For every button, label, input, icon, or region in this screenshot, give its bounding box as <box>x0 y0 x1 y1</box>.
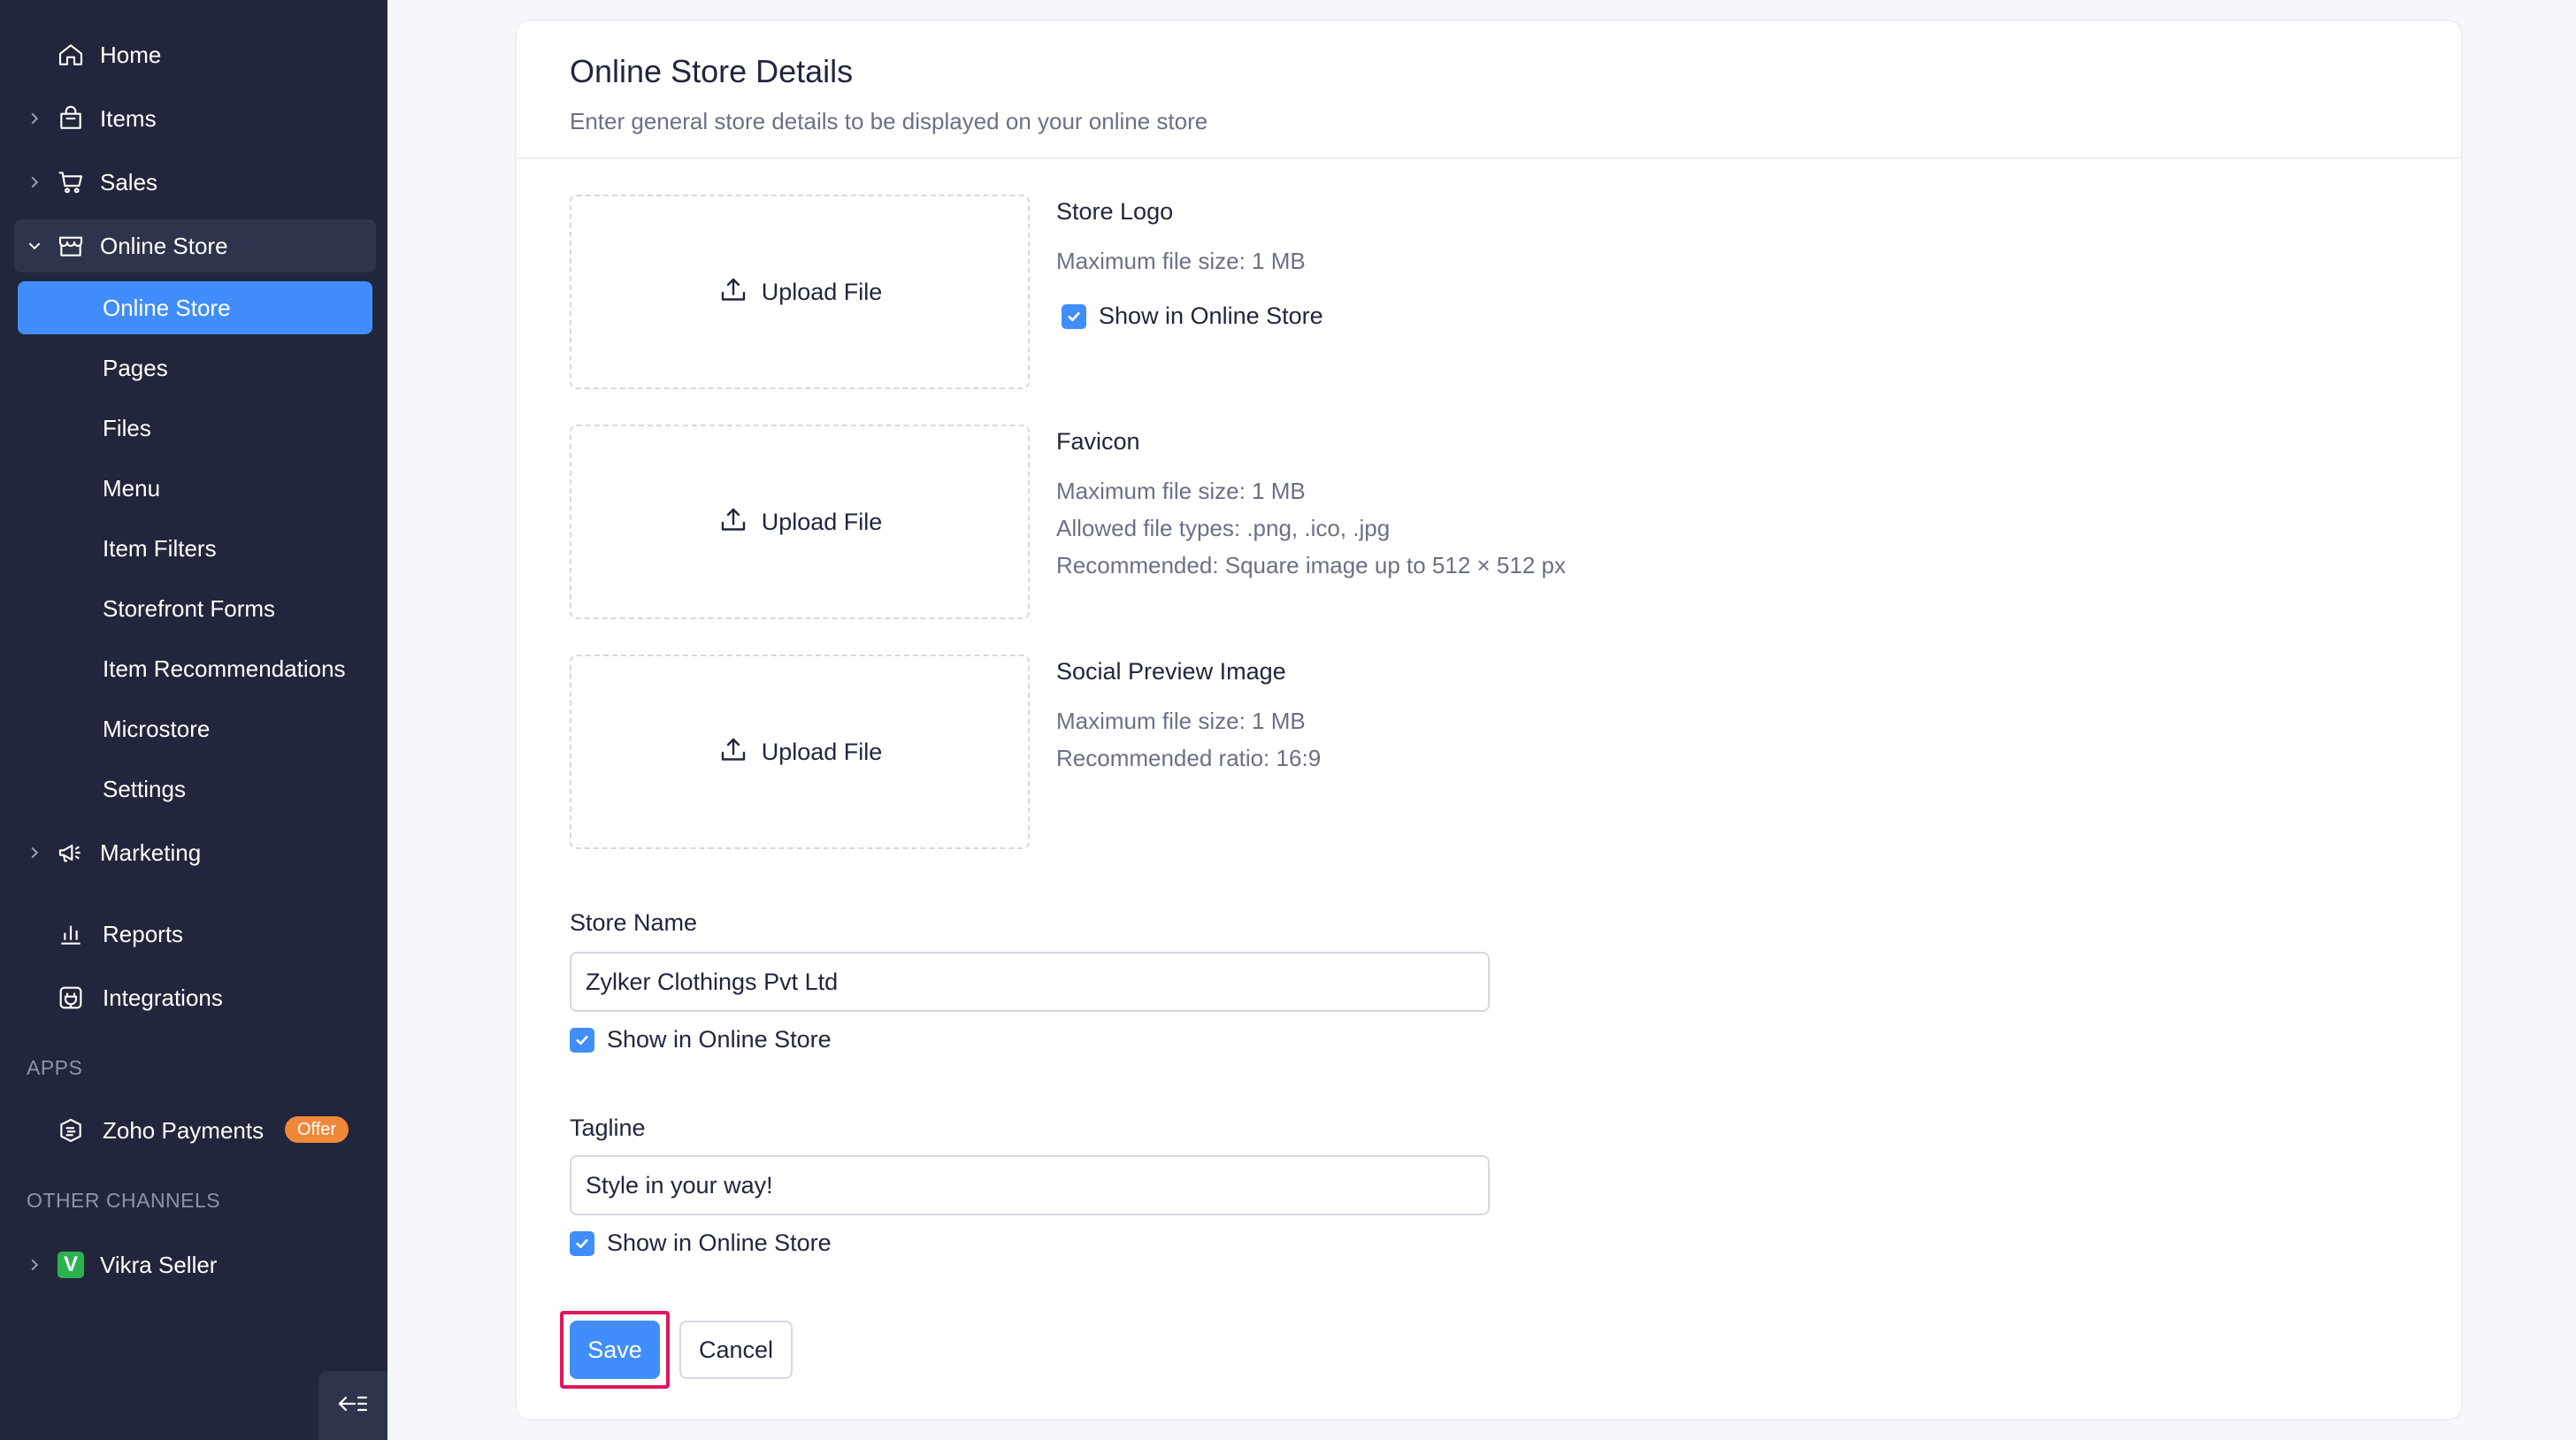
sidebar-item-marketing[interactable]: Marketing <box>0 826 387 879</box>
sidebar: Home Items Sales Online Store Online Sto… <box>0 0 387 1440</box>
sidebar-subitem-label: Online Store <box>103 294 231 321</box>
upload-label: Upload File <box>761 738 883 765</box>
header-divider <box>517 157 2461 159</box>
chevron-right-icon <box>27 111 42 126</box>
online-store-details-card: Online Store Details Enter general store… <box>515 19 2463 1421</box>
sidebar-subitem-label: Pages <box>103 354 168 381</box>
sidebar-item-items[interactable]: Items <box>0 92 387 145</box>
sidebar-subitem-microstore[interactable]: Microstore <box>0 702 387 755</box>
sidebar-item-label: Sales <box>100 168 158 195</box>
store-logo-title: Store Logo <box>1056 198 1174 225</box>
sidebar-item-integrations[interactable]: Integrations <box>0 971 387 1024</box>
cancel-button[interactable]: Cancel <box>679 1321 793 1379</box>
sidebar-item-label: Marketing <box>100 839 202 866</box>
upload-icon <box>717 274 749 310</box>
storefront-icon <box>53 228 88 264</box>
sidebar-subitem-label: Item Recommendations <box>103 655 346 682</box>
chevron-right-icon <box>27 845 42 861</box>
apps-section-heading: APPS <box>27 1056 83 1079</box>
home-icon <box>53 37 88 73</box>
integrations-icon <box>53 980 88 1015</box>
sidebar-item-sales[interactable]: Sales <box>0 156 387 209</box>
social-preview-upload[interactable]: Upload File <box>570 655 1030 849</box>
sidebar-subitem-files[interactable]: Files <box>0 402 387 455</box>
sidebar-subitem-label: Item Filters <box>103 534 217 562</box>
cart-icon <box>53 165 88 200</box>
megaphone-icon <box>53 835 88 870</box>
sidebar-subitem-item-recommendations[interactable]: Item Recommendations <box>0 642 387 695</box>
upload-icon <box>717 734 749 770</box>
tagline-input[interactable] <box>570 1155 1490 1215</box>
offer-badge: Offer <box>285 1116 349 1143</box>
sidebar-item-online-store-group[interactable]: Online Store <box>0 219 387 272</box>
favicon-max-size: Maximum file size: 1 MB <box>1056 478 1306 504</box>
store-logo-show-checkbox[interactable]: Show in Online Store <box>1062 303 1323 330</box>
sidebar-item-label: Online Store <box>100 232 228 259</box>
page-subtitle: Enter general store details to be displa… <box>570 108 1208 134</box>
store-name-input[interactable] <box>570 952 1490 1012</box>
upload-label: Upload File <box>761 278 883 305</box>
tagline-show-checkbox[interactable]: Show in Online Store <box>570 1229 832 1257</box>
sidebar-subitem-settings[interactable]: Settings <box>0 762 387 816</box>
bar-chart-icon <box>53 916 88 952</box>
store-name-label: Store Name <box>570 909 698 936</box>
sidebar-item-label: Zoho Payments <box>103 1116 264 1144</box>
collapse-sidebar-icon <box>337 1392 369 1420</box>
collapse-sidebar-button[interactable] <box>318 1371 387 1440</box>
page-title: Online Store Details <box>570 53 854 89</box>
sidebar-subitem-label: Storefront Forms <box>103 594 276 622</box>
checkbox-label: Show in Online Store <box>1099 303 1323 329</box>
sidebar-item-label: Integrations <box>103 984 223 1011</box>
store-logo-max-size: Maximum file size: 1 MB <box>1056 248 1306 274</box>
social-preview-ratio: Recommended ratio: 16:9 <box>1056 745 1322 771</box>
checkbox-checked-icon <box>1062 303 1086 329</box>
sidebar-subitem-online-store[interactable]: Online Store <box>0 281 387 334</box>
favicon-file-types: Allowed file types: .png, .ico, .jpg <box>1056 515 1391 541</box>
sidebar-subitem-label: Microstore <box>103 715 211 742</box>
social-preview-max-size: Maximum file size: 1 MB <box>1056 708 1306 734</box>
checkbox-label: Show in Online Store <box>607 1026 832 1053</box>
store-logo-upload[interactable]: Upload File <box>570 195 1030 389</box>
sidebar-subitem-menu[interactable]: Menu <box>0 462 387 515</box>
sidebar-item-label: Vikra Seller <box>100 1251 218 1278</box>
chevron-right-icon <box>27 174 42 190</box>
checkbox-checked-icon <box>570 1230 594 1256</box>
store-name-show-checkbox[interactable]: Show in Online Store <box>570 1026 832 1053</box>
favicon-title: Favicon <box>1056 428 1140 455</box>
upload-icon <box>717 504 749 540</box>
upload-label: Upload File <box>761 508 883 535</box>
sidebar-item-label: Home <box>100 41 162 68</box>
vikra-logo-letter: V <box>58 1252 84 1278</box>
tagline-label: Tagline <box>570 1114 646 1141</box>
favicon-recommended: Recommended: Square image up to 512 × 51… <box>1056 552 1566 578</box>
sidebar-item-label: Reports <box>103 920 184 947</box>
sidebar-subitem-label: Settings <box>103 775 186 802</box>
zoho-payments-icon <box>53 1113 88 1148</box>
other-channels-section-heading: OTHER CHANNELS <box>27 1189 221 1212</box>
sidebar-subitem-storefront-forms[interactable]: Storefront Forms <box>0 582 387 635</box>
sidebar-subitem-item-filters[interactable]: Item Filters <box>0 522 387 575</box>
sidebar-subitem-label: Menu <box>103 474 161 502</box>
sidebar-item-vikra-seller[interactable]: V Vikra Seller <box>0 1238 387 1291</box>
shopping-bag-icon <box>53 101 88 136</box>
sidebar-item-home[interactable]: Home <box>0 28 387 81</box>
social-preview-title: Social Preview Image <box>1056 658 1286 685</box>
chevron-right-icon <box>27 1257 42 1273</box>
favicon-upload[interactable]: Upload File <box>570 425 1030 619</box>
sidebar-subitem-pages[interactable]: Pages <box>0 341 387 394</box>
sidebar-item-reports[interactable]: Reports <box>0 908 387 961</box>
chevron-down-icon <box>27 238 42 254</box>
sidebar-subitem-label: Files <box>103 414 151 441</box>
checkbox-checked-icon <box>570 1027 594 1053</box>
sidebar-item-label: Items <box>100 104 157 132</box>
save-button[interactable]: Save <box>570 1321 660 1379</box>
checkbox-label: Show in Online Store <box>607 1229 832 1256</box>
vikra-logo-icon: V <box>53 1247 88 1283</box>
